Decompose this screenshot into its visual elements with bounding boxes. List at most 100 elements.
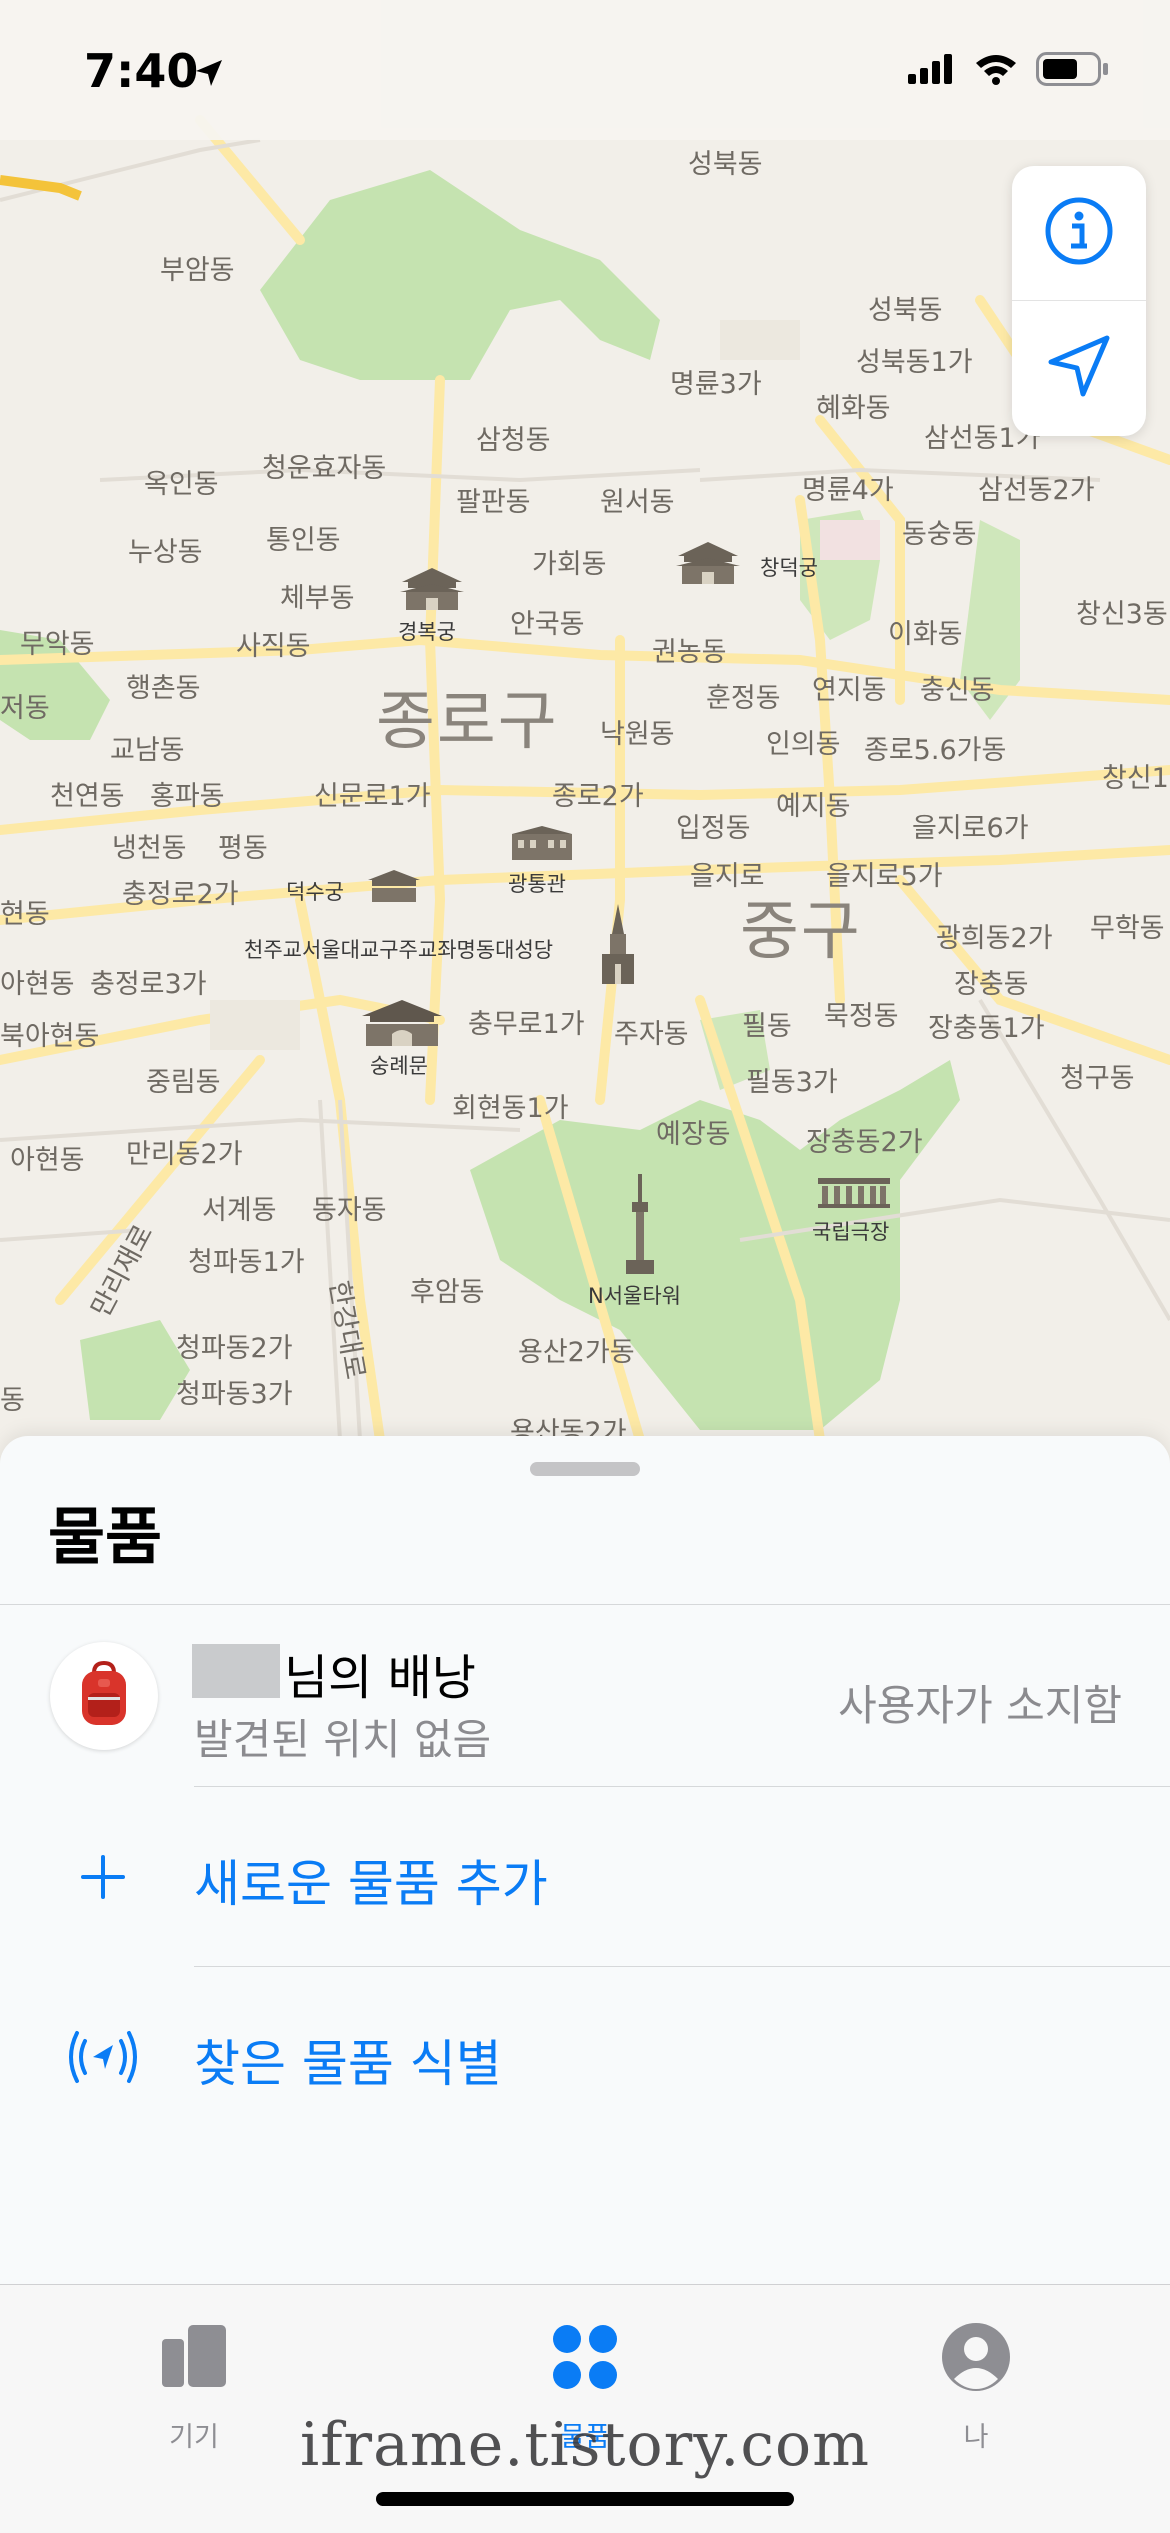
map-label: 창신3동 bbox=[1076, 599, 1168, 630]
map-label: 중림동 bbox=[146, 1067, 221, 1098]
map-controls bbox=[1012, 166, 1146, 436]
map-district-label: 중구 bbox=[740, 895, 862, 969]
home-indicator[interactable] bbox=[376, 2492, 794, 2506]
map-label: 명륜3가 bbox=[670, 369, 762, 400]
park-southwest bbox=[80, 1320, 190, 1420]
redacted-name-block bbox=[192, 1644, 280, 1698]
sheet-grabber[interactable] bbox=[530, 1462, 640, 1476]
map-label: 주자동 bbox=[614, 1019, 689, 1050]
map-label: 광희동2가 bbox=[936, 923, 1053, 954]
map-label: 혜화동 bbox=[816, 393, 891, 424]
map-label: 부암동 bbox=[160, 255, 235, 286]
map-label: 필동 bbox=[742, 1011, 792, 1042]
map-label: 인의동 bbox=[766, 729, 841, 760]
map-label: 아현동 bbox=[0, 969, 75, 1000]
map-label: 충정로3가 bbox=[90, 969, 207, 1000]
map-label: 체부동 bbox=[280, 583, 355, 614]
identify-signal-icon bbox=[58, 2022, 148, 2092]
map-label: 서계동 bbox=[202, 1195, 277, 1226]
map-label: 창신1 bbox=[1102, 763, 1169, 794]
add-new-item-button[interactable]: 새로운 물품 추가 bbox=[0, 1788, 1170, 1964]
items-icon bbox=[549, 2321, 621, 2397]
map-label: 아현동 bbox=[10, 1145, 85, 1176]
map-label: 성북동 bbox=[688, 149, 763, 180]
map-label: 낙원동 bbox=[600, 719, 675, 750]
map-label: 을지로6가 bbox=[912, 813, 1029, 844]
map-label: 청파동1가 bbox=[188, 1247, 305, 1278]
map-label: 동숭동 bbox=[902, 519, 977, 550]
map-label: 홍파동 bbox=[150, 781, 225, 812]
divider bbox=[0, 1604, 1170, 1605]
map-label: 천연동 bbox=[50, 781, 125, 812]
map-label: 명륜4가 bbox=[802, 475, 894, 506]
map-district-label: 종로구 bbox=[376, 685, 559, 759]
item-location-status: 발견된 위치 없음 bbox=[194, 1715, 492, 1764]
poi-label: 숭례문 bbox=[370, 1054, 428, 1078]
map-canvas bbox=[0, 115, 1170, 1440]
map-label: 만리동2가 bbox=[126, 1139, 243, 1170]
map-label: 동자동 bbox=[312, 1195, 387, 1226]
map-label: 묵정동 bbox=[824, 1001, 899, 1032]
poi-label: 창덕궁 bbox=[760, 556, 818, 580]
add-new-item-label: 새로운 물품 추가 bbox=[194, 1855, 548, 1913]
devices-icon bbox=[158, 2321, 230, 2397]
map-label: 청운효자동 bbox=[262, 453, 387, 484]
sheet-title: 물품 bbox=[48, 1500, 163, 1573]
item-avatar bbox=[50, 1642, 158, 1750]
identify-found-item-label: 찾은 물품 식별 bbox=[194, 2035, 502, 2093]
item-row-backpack[interactable]: 님의 배낭 발견된 위치 없음 사용자가 소지함 bbox=[0, 1606, 1170, 1782]
map-label: 통인동 bbox=[266, 525, 341, 556]
battery-icon bbox=[1036, 52, 1110, 90]
map-label: 가회동 bbox=[532, 549, 607, 580]
map-label: 청파동3가 bbox=[176, 1379, 293, 1410]
person-icon bbox=[940, 2321, 1012, 2397]
map-label: 을지로 bbox=[690, 861, 765, 892]
status-time: 7:40 bbox=[84, 44, 199, 98]
map-label: 삼청동 bbox=[476, 425, 551, 456]
map-label: 충무로1가 bbox=[468, 1009, 585, 1040]
map-view[interactable]: 종로구 중구 성북동 부암동 성북동 성북동1가 명륜3가 혜화동 삼선동1가 … bbox=[0, 0, 1170, 1440]
poi-label: 경복궁 bbox=[398, 620, 456, 644]
map-label: 행촌동 bbox=[126, 673, 201, 704]
plus-icon bbox=[58, 1842, 148, 1912]
map-label: 권농동 bbox=[652, 637, 727, 668]
poi-label: 국립극장 bbox=[812, 1220, 890, 1244]
map-locate-button[interactable] bbox=[1012, 301, 1146, 435]
map-label: 신문로1가 bbox=[314, 781, 431, 812]
map-label: 입정동 bbox=[676, 813, 751, 844]
status-bar: 7:40 bbox=[0, 0, 1170, 140]
map-label: 안국동 bbox=[510, 609, 585, 640]
park-bugaksan bbox=[260, 170, 660, 380]
identify-found-item-button[interactable]: 찾은 물품 식별 bbox=[0, 1968, 1170, 2144]
item-name: 님의 배낭 bbox=[284, 1650, 476, 1706]
map-info-button[interactable] bbox=[1012, 166, 1146, 301]
map-label: 옥인동 bbox=[144, 469, 219, 500]
map-label: 충정로2가 bbox=[122, 879, 239, 910]
map-label: 냉천동 bbox=[112, 833, 187, 864]
divider bbox=[194, 1966, 1170, 1967]
map-label: 동 bbox=[0, 1385, 25, 1416]
map-label: 충신동 bbox=[920, 675, 995, 706]
map-label: 삼선동2가 bbox=[978, 475, 1095, 506]
map-label: 저동 bbox=[0, 693, 50, 724]
poi-label: 덕수궁 bbox=[286, 880, 344, 904]
poi-label: N서울타워 bbox=[588, 1284, 681, 1308]
map-label: 종로2가 bbox=[552, 781, 644, 812]
map-label: 원서동 bbox=[600, 487, 675, 518]
map-label: 후암동 bbox=[410, 1277, 485, 1308]
poi-label: 광통관 bbox=[508, 872, 566, 896]
cellular-signal-icon bbox=[908, 54, 956, 88]
map-label: 무악동 bbox=[20, 629, 95, 660]
map-label: 팔판동 bbox=[456, 487, 531, 518]
map-label: 청파동2가 bbox=[176, 1333, 293, 1364]
map-label: 연지동 bbox=[812, 675, 887, 706]
item-owner-status: 사용자가 소지함 bbox=[838, 1681, 1122, 1730]
watermark-text: iframe.tistory.com bbox=[300, 2410, 870, 2480]
map-label: 청구동 bbox=[1060, 1063, 1135, 1094]
info-icon bbox=[1044, 196, 1114, 270]
map-label: 성북동 bbox=[868, 295, 943, 326]
poi-label: 천주교서울대교구주교좌명동대성당 bbox=[244, 938, 554, 962]
map-label: 장충동1가 bbox=[928, 1013, 1045, 1044]
map-label: 예장동 bbox=[656, 1119, 731, 1150]
map-label: 장충동 bbox=[954, 969, 1029, 1000]
